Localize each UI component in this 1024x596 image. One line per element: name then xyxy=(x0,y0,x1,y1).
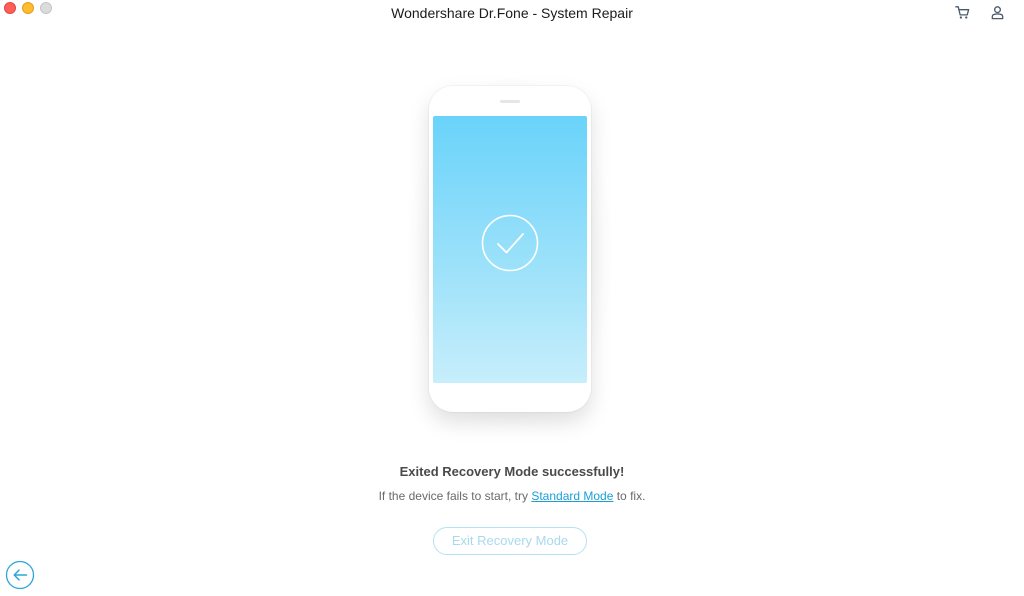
back-arrow-icon[interactable] xyxy=(5,560,35,590)
zoom-window-button[interactable] xyxy=(40,2,52,14)
status-message-suffix: to fix. xyxy=(613,489,646,503)
exit-recovery-mode-button[interactable]: Exit Recovery Mode xyxy=(433,527,587,555)
minimize-window-button[interactable] xyxy=(22,2,34,14)
window-title-bar: Wondershare Dr.Fone - System Repair xyxy=(0,5,1024,21)
window-controls xyxy=(4,2,52,14)
cart-icon[interactable] xyxy=(954,4,971,21)
window-title: Wondershare Dr.Fone - System Repair xyxy=(391,5,633,21)
close-window-button[interactable] xyxy=(4,2,16,14)
status-heading: Exited Recovery Mode successfully! xyxy=(399,464,625,479)
app-window: Wondershare Dr.Fone - System Repair Exit… xyxy=(0,0,1024,596)
phone-screen xyxy=(433,116,587,383)
toolbar-icons xyxy=(954,4,1006,21)
phone-speaker xyxy=(500,100,520,103)
status-message: If the device fails to start, try Standa… xyxy=(0,489,1024,503)
phone-illustration xyxy=(429,86,591,412)
standard-mode-link[interactable]: Standard Mode xyxy=(531,489,613,503)
status-message-prefix: If the device fails to start, try xyxy=(378,489,532,503)
check-circle-icon xyxy=(481,214,539,272)
user-icon[interactable] xyxy=(989,4,1006,21)
